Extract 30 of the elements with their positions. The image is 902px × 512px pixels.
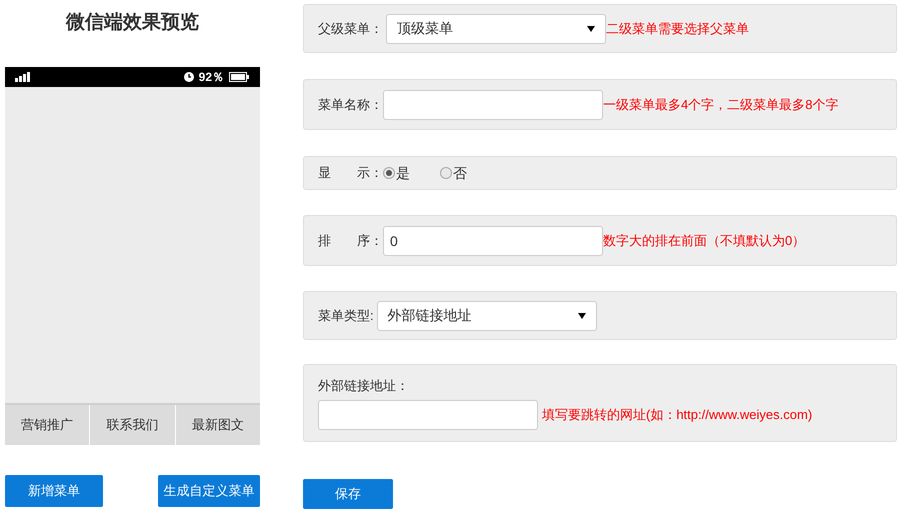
preview-title: 微信端效果预览 [64,11,200,35]
field-label: 显 示： [318,164,383,182]
caret-icon [578,312,586,318]
input-field[interactable]: 0 [383,226,603,256]
input-field[interactable] [318,400,538,430]
field-hint: 一级菜单最多4个字，二级菜单最多8个字 [603,96,838,114]
generate-menu-button[interactable]: 生成自定义菜单 [158,475,260,507]
field-hint: 数字大的排在前面（不填默认为0） [603,232,806,250]
field-label: 外部链接地址： [318,377,410,396]
field-hint: 填写要跳转的网址(如：http://www.weiyes.com) [542,406,812,424]
dropdown[interactable]: 外部链接地址 [376,300,597,330]
add-menu-button[interactable]: 新增菜单 [5,475,103,507]
save-button[interactable]: 保存 [303,479,393,509]
battery-percentage: 92％ [198,69,224,86]
battery-icon [229,72,250,82]
input-field[interactable] [383,90,603,120]
field-label: 菜单类型: [318,306,374,325]
phone-menu-item[interactable]: 联系我们 [90,405,175,445]
dropdown[interactable]: 顶级菜单 [386,14,606,44]
radio-option[interactable]: 是 [383,162,410,184]
field-hint: 二级菜单需要选择父菜单 [606,20,749,38]
field-label: 父级菜单： [318,20,383,38]
clock-icon [184,72,194,82]
field-label: 排 序： [318,232,383,250]
field-label: 菜单名称： [318,96,383,114]
radio-option[interactable]: 否 [440,162,467,184]
signal-icon [15,72,31,82]
phone-menu-item[interactable]: 营销推广 [5,405,90,445]
caret-icon [587,26,595,32]
phone-menu-item[interactable]: 最新图文 [176,405,260,445]
